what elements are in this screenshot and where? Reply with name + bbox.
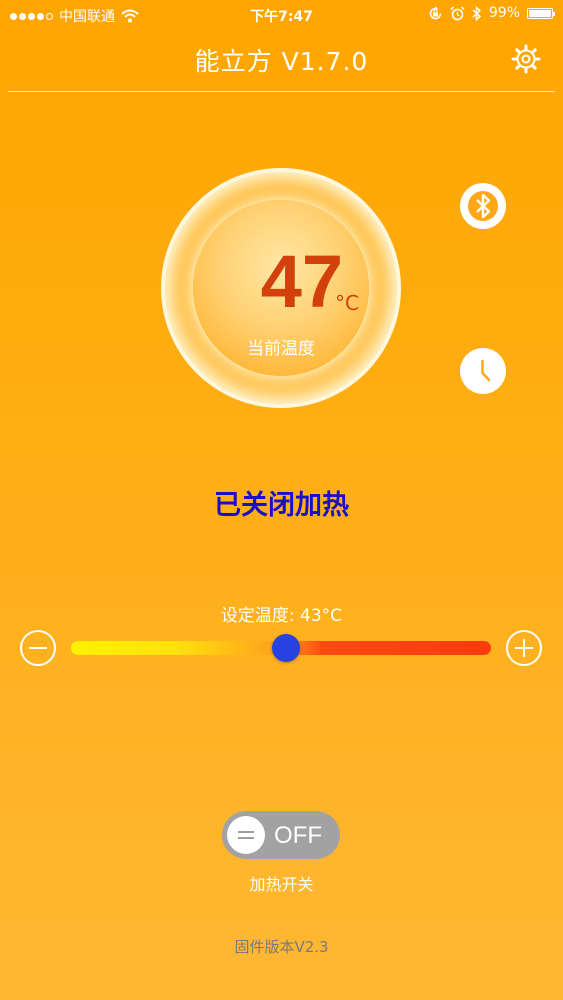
temperature-gauge-center: 47 °C 当前温度: [193, 200, 369, 376]
page-title: 能立方 V1.7.0: [194, 47, 369, 76]
heating-toggle-label: 加热开关: [249, 875, 314, 894]
status-right: 99%: [428, 5, 555, 21]
decrease-temperature-button[interactable]: [20, 630, 56, 666]
temperature-slider-thumb[interactable]: [272, 634, 300, 662]
temperature-gauge: 47 °C 当前温度: [161, 168, 401, 408]
toggle-knob-icon: [227, 816, 265, 854]
battery-icon: [527, 7, 555, 19]
firmware-version: 固件版本V2.3: [234, 938, 329, 956]
status-bar: 中国联通 下午7:47 99%: [0, 0, 563, 28]
nav-bar: 能立方 V1.7.0: [0, 28, 563, 90]
alarm-icon: [450, 5, 465, 20]
heating-toggle[interactable]: OFF: [222, 811, 340, 859]
temperature-unit: °C: [335, 291, 359, 315]
increase-temperature-button[interactable]: [506, 630, 542, 666]
minus-icon: [29, 647, 47, 649]
timer-button[interactable]: [460, 348, 506, 394]
heating-status: 已关闭加热: [214, 490, 349, 521]
orientation-lock-icon: [429, 6, 442, 19]
set-temperature-label: 设定温度: 43°C: [220, 606, 343, 626]
bluetooth-button[interactable]: [460, 183, 506, 229]
bluetooth-icon: [472, 5, 482, 21]
clock-icon: [481, 359, 491, 382]
current-temperature: 47: [260, 240, 343, 323]
toggle-state: OFF: [274, 822, 322, 849]
nav-divider: [8, 91, 555, 92]
bluetooth-icon: [468, 191, 498, 221]
current-temperature-label: 当前温度: [247, 339, 315, 359]
battery-percent: 99%: [488, 5, 520, 21]
gear-icon[interactable]: [511, 44, 541, 74]
battery-fill: [529, 9, 551, 17]
